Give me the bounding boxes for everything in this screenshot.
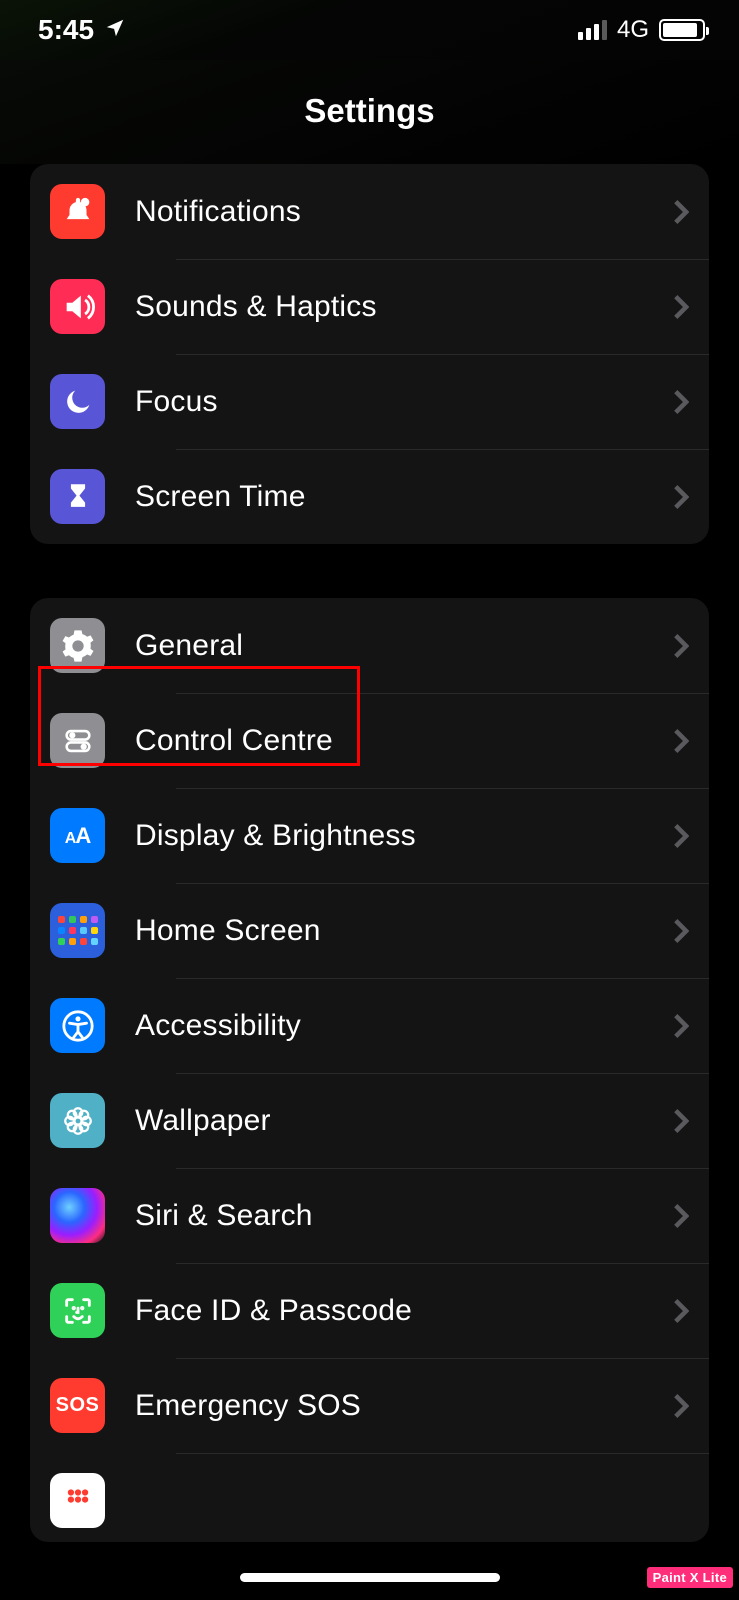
row-partial[interactable] xyxy=(30,1453,709,1542)
row-label: Siri & Search xyxy=(135,1199,673,1233)
speaker-icon xyxy=(50,279,105,334)
bell-icon xyxy=(50,184,105,239)
hourglass-icon xyxy=(50,469,105,524)
siri-icon xyxy=(50,1188,105,1243)
home-indicator[interactable] xyxy=(240,1573,500,1582)
chevron-right-icon xyxy=(673,1203,689,1229)
settings-group-1: Notifications Sounds & Haptics Focus Scr… xyxy=(30,164,709,544)
row-label: Focus xyxy=(135,385,673,419)
chevron-right-icon xyxy=(673,484,689,510)
chevron-right-icon xyxy=(673,1013,689,1039)
network-label: 4G xyxy=(617,16,649,44)
row-sounds[interactable]: Sounds & Haptics xyxy=(30,259,709,354)
chevron-right-icon xyxy=(673,1108,689,1134)
row-label: Sounds & Haptics xyxy=(135,290,673,324)
accessibility-icon xyxy=(50,998,105,1053)
chevron-right-icon xyxy=(673,389,689,415)
row-faceid[interactable]: Face ID & Passcode xyxy=(30,1263,709,1358)
chevron-right-icon xyxy=(673,1298,689,1324)
health-icon xyxy=(50,1473,105,1528)
settings-group-2: General Control Centre AA Display & Brig… xyxy=(30,598,709,1542)
row-label: Accessibility xyxy=(135,1009,673,1043)
row-label: Control Centre xyxy=(135,724,673,758)
row-label: Display & Brightness xyxy=(135,819,673,853)
moon-icon xyxy=(50,374,105,429)
row-screentime[interactable]: Screen Time xyxy=(30,449,709,544)
aa-icon: AA xyxy=(50,808,105,863)
chevron-right-icon xyxy=(673,918,689,944)
row-homescreen[interactable]: Home Screen xyxy=(30,883,709,978)
status-time: 5:45 xyxy=(38,14,94,46)
row-sos[interactable]: SOS Emergency SOS xyxy=(30,1358,709,1453)
status-bar: 5:45 4G xyxy=(0,0,739,60)
watermark: Paint X Lite xyxy=(647,1567,733,1588)
row-controlcentre[interactable]: Control Centre xyxy=(30,693,709,788)
row-notifications[interactable]: Notifications xyxy=(30,164,709,259)
homegrid-icon xyxy=(50,903,105,958)
row-accessibility[interactable]: Accessibility xyxy=(30,978,709,1073)
row-label: Face ID & Passcode xyxy=(135,1294,673,1328)
row-display[interactable]: AA Display & Brightness xyxy=(30,788,709,883)
chevron-right-icon xyxy=(673,633,689,659)
signal-icon xyxy=(578,20,607,40)
gear-icon xyxy=(50,618,105,673)
row-label: Home Screen xyxy=(135,914,673,948)
flower-icon xyxy=(50,1093,105,1148)
sos-icon: SOS xyxy=(50,1378,105,1433)
row-label: Wallpaper xyxy=(135,1104,673,1138)
row-focus[interactable]: Focus xyxy=(30,354,709,449)
faceid-icon xyxy=(50,1283,105,1338)
location-icon xyxy=(104,14,126,46)
row-general[interactable]: General xyxy=(30,598,709,693)
row-wallpaper[interactable]: Wallpaper xyxy=(30,1073,709,1168)
row-label: General xyxy=(135,629,673,663)
page-title: Settings xyxy=(0,60,739,164)
switches-icon xyxy=(50,713,105,768)
chevron-right-icon xyxy=(673,823,689,849)
row-label: Screen Time xyxy=(135,480,673,514)
chevron-right-icon xyxy=(673,728,689,754)
row-label: Notifications xyxy=(135,195,673,229)
row-label: Emergency SOS xyxy=(135,1389,673,1423)
row-siri[interactable]: Siri & Search xyxy=(30,1168,709,1263)
battery-icon xyxy=(659,19,705,41)
chevron-right-icon xyxy=(673,1393,689,1419)
chevron-right-icon xyxy=(673,199,689,225)
chevron-right-icon xyxy=(673,294,689,320)
